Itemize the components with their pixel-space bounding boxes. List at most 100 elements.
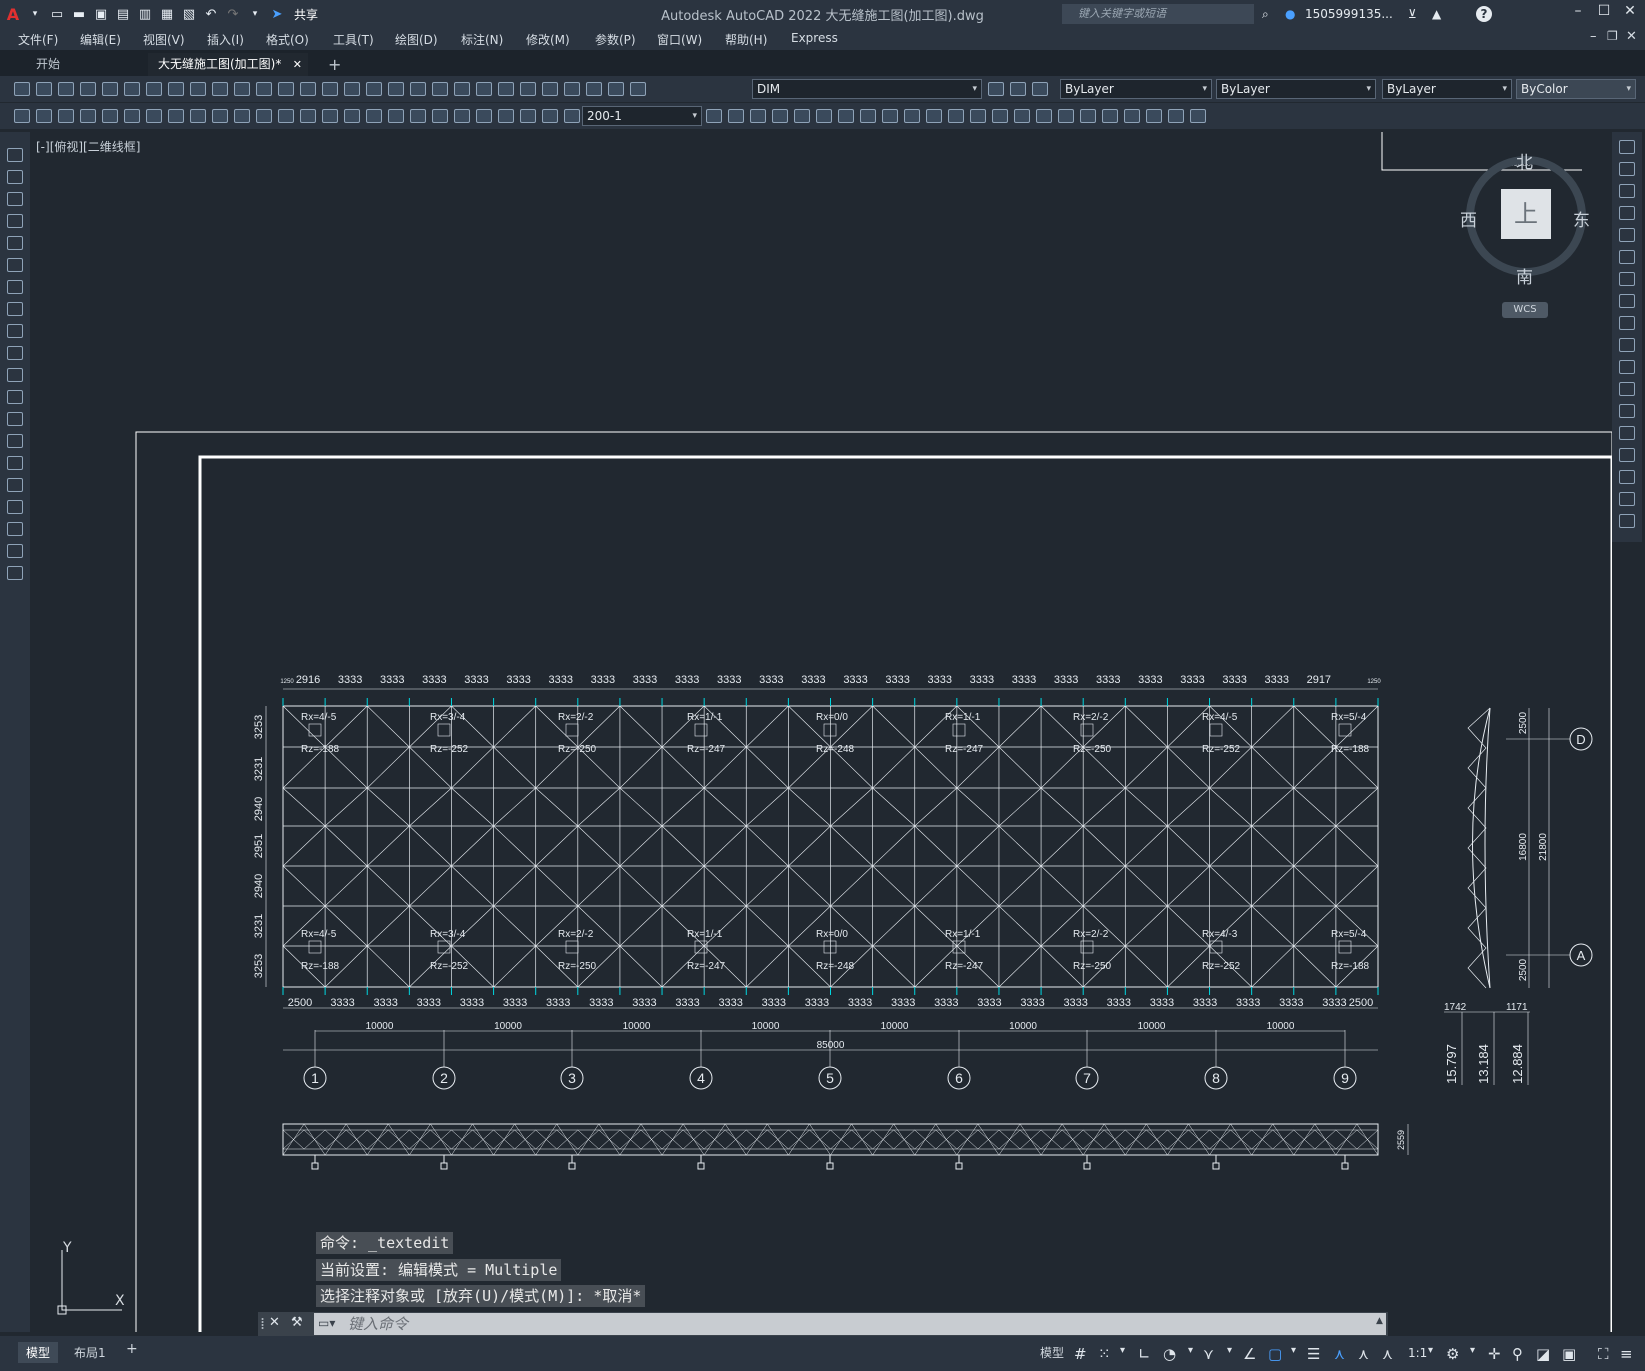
toolbar-button[interactable] <box>80 82 96 96</box>
dimension-tool-button[interactable] <box>256 109 272 123</box>
dimension-tool-button[interactable] <box>124 109 140 123</box>
toolbar-button[interactable] <box>124 82 140 96</box>
polar-menu-icon[interactable]: ▾ <box>1188 1345 1193 1356</box>
menu-dimension[interactable]: 标注(N) <box>461 31 503 48</box>
dimension-tool-button[interactable] <box>344 109 360 123</box>
close-icon[interactable]: ✕ <box>1618 3 1642 23</box>
otrack-icon[interactable]: ∠ <box>1243 1345 1256 1363</box>
modify-tool-button[interactable] <box>1619 448 1635 462</box>
search-input[interactable]: 键入关键字或短语 <box>1062 4 1254 24</box>
modify-tool-button[interactable] <box>1058 109 1074 123</box>
dimension-tool-button[interactable] <box>388 109 404 123</box>
toolbar-button[interactable] <box>278 82 294 96</box>
tab-close-icon[interactable]: ✕ <box>293 53 302 76</box>
modify-tool-button[interactable] <box>860 109 876 123</box>
grip-icon[interactable]: ⁞ <box>260 1314 265 1333</box>
toolbar-button[interactable] <box>410 82 426 96</box>
dimension-tool-button[interactable] <box>542 109 558 123</box>
toolbar-button[interactable] <box>256 82 272 96</box>
wcs-menu[interactable]: WCS <box>1502 302 1548 318</box>
polar-icon[interactable]: ◔ <box>1163 1345 1176 1363</box>
modify-tool-button[interactable] <box>882 109 898 123</box>
dimension-tool-button[interactable] <box>14 109 30 123</box>
modify-tool-button[interactable] <box>1619 338 1635 352</box>
toolbar-button[interactable] <box>520 82 536 96</box>
draw-tool-button[interactable] <box>7 412 23 426</box>
toolbar-button[interactable] <box>58 82 74 96</box>
draw-tool-button[interactable] <box>7 390 23 404</box>
new-tab-button[interactable]: + <box>318 53 351 76</box>
modify-tool-button[interactable] <box>992 109 1008 123</box>
layer-dropdown[interactable]: DIM ▾ <box>752 79 982 99</box>
dimension-tool-button[interactable] <box>410 109 426 123</box>
layer-tool-button[interactable] <box>988 82 1004 96</box>
modify-tool-button[interactable] <box>1168 109 1184 123</box>
modify-tool-button[interactable] <box>1619 184 1635 198</box>
osnap-icon[interactable]: ▢ <box>1268 1345 1282 1363</box>
dimension-tool-button[interactable] <box>146 109 162 123</box>
doc-minimize-icon[interactable]: – <box>1590 29 1597 44</box>
draw-tool-button[interactable] <box>7 214 23 228</box>
tab-start[interactable]: 开始 <box>26 53 146 76</box>
snap-menu-icon[interactable]: ▾ <box>1120 1345 1125 1356</box>
history-toggle-icon[interactable]: ▲ <box>1376 1316 1383 1326</box>
recent-commands-icon[interactable]: ▭▾ <box>318 1316 335 1330</box>
menu-help[interactable]: 帮助(H) <box>725 31 767 48</box>
annotation-scale[interactable]: 1:1 <box>1408 1346 1427 1360</box>
modify-tool-button[interactable] <box>1619 426 1635 440</box>
dimension-tool-button[interactable] <box>520 109 536 123</box>
compass-north[interactable]: 北 <box>1516 148 1533 173</box>
draw-tool-button[interactable] <box>7 346 23 360</box>
modify-tool-button[interactable] <box>1014 109 1030 123</box>
tab-drawing[interactable]: 大无缝施工图(加工图)* ✕ <box>148 53 308 76</box>
modify-tool-button[interactable] <box>904 109 920 123</box>
modify-tool-button[interactable] <box>1619 316 1635 330</box>
modify-tool-button[interactable] <box>794 109 810 123</box>
help-icon[interactable]: ? <box>1476 6 1492 22</box>
minimize-icon[interactable]: – <box>1566 3 1590 23</box>
user-account[interactable]: 1505999135... <box>1305 4 1393 24</box>
menu-view[interactable]: 视图(V) <box>143 31 185 48</box>
dimension-tool-button[interactable] <box>278 109 294 123</box>
modify-tool-button[interactable] <box>750 109 766 123</box>
toolbar-button[interactable] <box>190 82 206 96</box>
dimension-tool-button[interactable] <box>476 109 492 123</box>
modify-tool-button[interactable] <box>1619 250 1635 264</box>
compass-west[interactable]: 西 <box>1460 206 1477 231</box>
toolbar-button[interactable] <box>388 82 404 96</box>
clean-screen-icon[interactable]: ▣ <box>1562 1345 1576 1363</box>
color-dropdown[interactable]: ByLayer ▾ <box>1060 79 1212 99</box>
modify-tool-button[interactable] <box>1619 514 1635 528</box>
osnap-menu-icon[interactable]: ▾ <box>1291 1345 1296 1356</box>
annotation-monitor-icon[interactable]: ⋏ <box>1334 1345 1345 1363</box>
menu-parametric[interactable]: 参数(P) <box>595 31 636 48</box>
modify-tool-button[interactable] <box>1619 360 1635 374</box>
menu-window[interactable]: 窗口(W) <box>657 31 702 48</box>
modify-tool-button[interactable] <box>1619 140 1635 154</box>
modify-tool-button[interactable] <box>1619 382 1635 396</box>
toolbar-button[interactable] <box>608 82 624 96</box>
modify-tool-button[interactable] <box>1619 162 1635 176</box>
dimstyle-dropdown[interactable]: 200-1 ▾ <box>582 106 702 126</box>
toolbar-button[interactable] <box>146 82 162 96</box>
draw-tool-button[interactable] <box>7 280 23 294</box>
toolbar-button[interactable] <box>212 82 228 96</box>
scale-menu-icon[interactable]: ▾ <box>1428 1345 1433 1356</box>
layer-tool-button[interactable] <box>1032 82 1048 96</box>
toolbar-button[interactable] <box>476 82 492 96</box>
dimension-tool-button[interactable] <box>80 109 96 123</box>
toolbar-button[interactable] <box>344 82 360 96</box>
dimension-tool-button[interactable] <box>432 109 448 123</box>
modify-tool-button[interactable] <box>1124 109 1140 123</box>
dimension-tool-button[interactable] <box>190 109 206 123</box>
modify-tool-button[interactable] <box>838 109 854 123</box>
toolbar-button[interactable] <box>564 82 580 96</box>
toolbar-button[interactable] <box>630 82 646 96</box>
draw-tool-button[interactable] <box>7 434 23 448</box>
menu-express[interactable]: Express <box>791 31 838 45</box>
modify-tool-button[interactable] <box>1080 109 1096 123</box>
dimension-tool-button[interactable] <box>366 109 382 123</box>
dimension-tool-button[interactable] <box>212 109 228 123</box>
toolbar-button[interactable] <box>586 82 602 96</box>
command-close-icon[interactable]: ✕ <box>269 1315 280 1330</box>
